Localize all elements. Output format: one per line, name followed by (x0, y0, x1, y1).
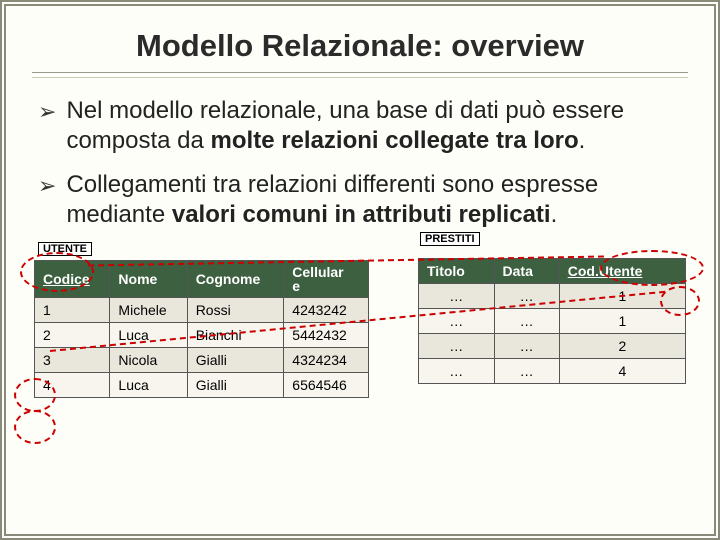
bullet-item: ➢ Nel modello relazionale, una base di d… (38, 96, 682, 156)
text: . (579, 127, 586, 154)
col-cognome: Cognome (187, 261, 284, 298)
table-header-row: Titolo Data Cod.Utente (419, 259, 686, 284)
text-bold: molte relazioni collegate tra loro (211, 127, 579, 154)
table-prestiti: Titolo Data Cod.Utente ……1 ……1 ……2 ……4 (418, 258, 686, 384)
table-row: ……2 (419, 334, 686, 359)
table-row: ……1 (419, 284, 686, 309)
table-label-utente: UTENTE (38, 242, 92, 256)
text: . (551, 201, 558, 228)
tables-area: UTENTE PRESTITI Codice Nome Cognome Cell… (32, 238, 688, 488)
divider (32, 77, 688, 78)
table-row: 4LucaGialli6564546 (35, 373, 369, 398)
table-row: ……1 (419, 309, 686, 334)
bullet-text: Collegamenti tra relazioni differenti so… (66, 170, 682, 230)
table-row: 2LucaBianchi5442432 (35, 323, 369, 348)
callout-ellipse (14, 410, 56, 444)
col-titolo: Titolo (419, 259, 495, 284)
table-header-row: Codice Nome Cognome Cellular e (35, 261, 369, 298)
bullet-text: Nel modello relazionale, una base di dat… (66, 96, 682, 156)
chevron-right-icon: ➢ (38, 172, 56, 200)
table-row: 3NicolaGialli4324234 (35, 348, 369, 373)
table-row: 1MicheleRossi4243242 (35, 298, 369, 323)
chevron-right-icon: ➢ (38, 98, 56, 126)
table-utente: Codice Nome Cognome Cellular e 1MicheleR… (34, 260, 369, 398)
page-title: Modello Relazionale: overview (32, 20, 688, 73)
table-row: ……4 (419, 359, 686, 384)
col-codice: Codice (35, 261, 110, 298)
col-cellulare: Cellular e (284, 261, 369, 298)
text-bold: valori comuni in attributi replicati (172, 201, 551, 228)
slide: Modello Relazionale: overview ➢ Nel mode… (0, 0, 720, 540)
bullet-list: ➢ Nel modello relazionale, una base di d… (32, 96, 688, 230)
col-nome: Nome (110, 261, 187, 298)
col-data: Data (494, 259, 559, 284)
bullet-item: ➢ Collegamenti tra relazioni differenti … (38, 170, 682, 230)
col-codutente: Cod.Utente (559, 259, 685, 284)
table-label-prestiti: PRESTITI (420, 232, 480, 246)
